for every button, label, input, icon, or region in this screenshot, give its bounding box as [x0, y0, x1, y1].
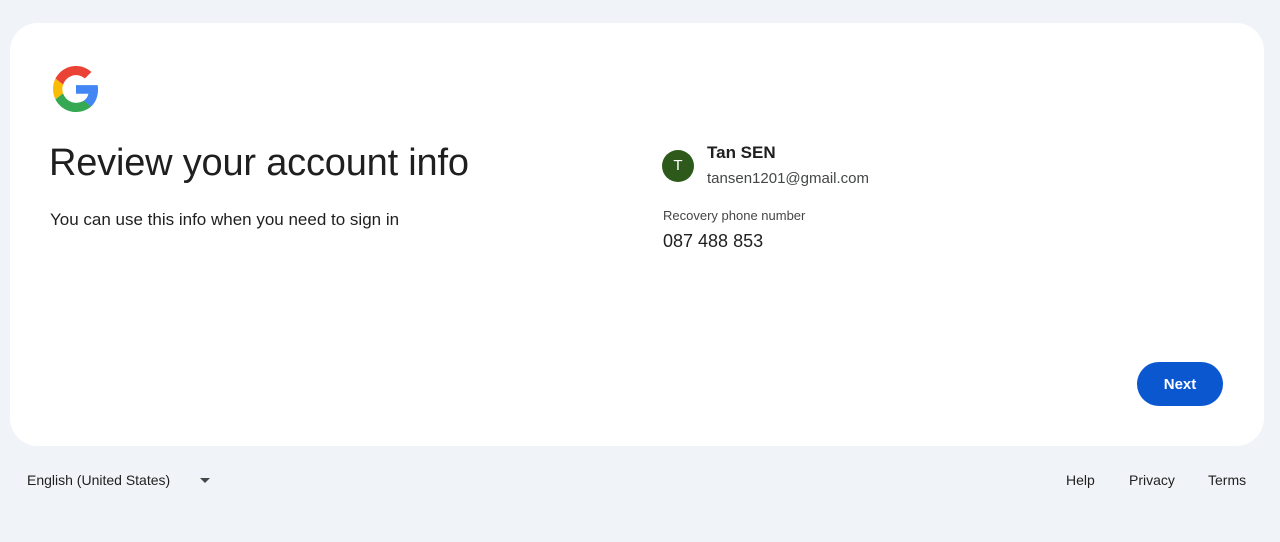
- language-selector[interactable]: English (United States): [27, 472, 227, 492]
- account-email: tansen1201@gmail.com: [707, 170, 869, 187]
- terms-link[interactable]: Terms: [1208, 472, 1246, 488]
- caret-down-icon: [200, 478, 210, 483]
- account-name: Tan SEN: [707, 143, 776, 162]
- account-chip: T Tan SEN tansen1201@gmail.com: [662, 143, 1082, 193]
- privacy-link[interactable]: Privacy: [1129, 472, 1175, 488]
- help-link[interactable]: Help: [1066, 472, 1095, 488]
- page-title: Review your account info: [49, 142, 469, 184]
- recovery-phone-value: 087 488 853: [663, 231, 764, 251]
- next-button[interactable]: Next: [1137, 362, 1223, 406]
- footer: English (United States) Help Privacy Ter…: [0, 466, 1280, 496]
- google-logo-icon: [53, 66, 99, 112]
- language-label: English (United States): [27, 472, 171, 488]
- page-subtitle: You can use this info when you need to s…: [50, 210, 400, 229]
- avatar: T: [662, 150, 694, 182]
- account-review-card: Review your account info You can use thi…: [10, 23, 1264, 446]
- recovery-phone-label: Recovery phone number: [663, 208, 806, 223]
